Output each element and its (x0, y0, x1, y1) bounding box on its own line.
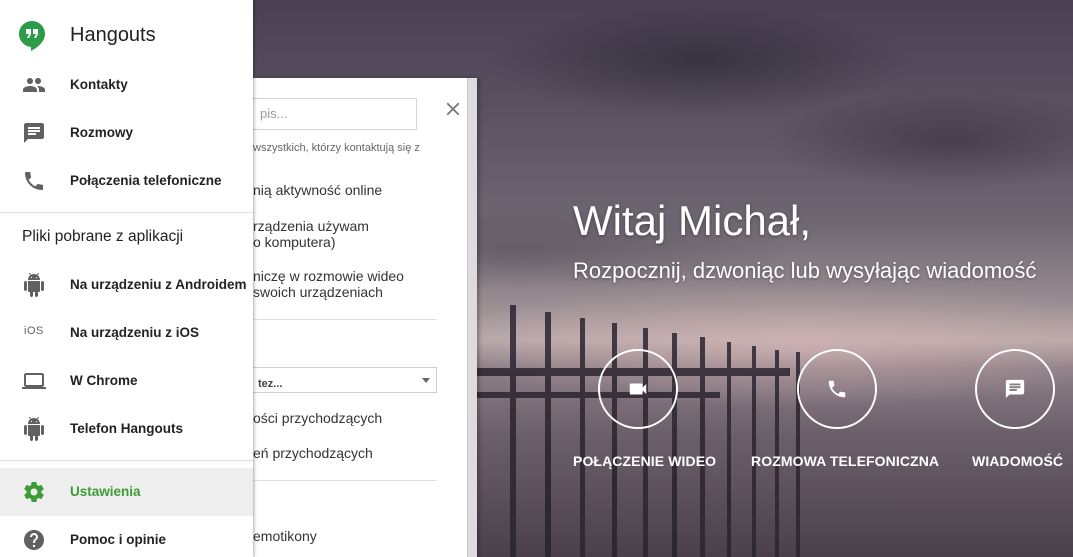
android-icon (22, 417, 46, 441)
nav-item-hangouts-phone[interactable]: Telefon Hangouts (0, 405, 253, 453)
option-video-line1[interactable]: niczę w rozmowie wideo (253, 268, 404, 284)
welcome-title: Witaj Michał, (573, 197, 812, 244)
nav-item-conversations[interactable]: Rozmowy (0, 109, 253, 157)
settings-scrollbar[interactable] (467, 78, 477, 557)
nav-item-label: Na urządzeniu z iOS (70, 325, 200, 340)
nav-item-chrome[interactable]: W Chrome (0, 357, 253, 405)
android-icon (22, 273, 46, 297)
message-button[interactable]: WIADOMOŚĆ (972, 349, 1073, 479)
status-note: wszystkich, którzy kontaktują się z (253, 142, 420, 154)
option-emoticons[interactable]: emotikony (253, 528, 317, 544)
help-icon (22, 528, 46, 552)
welcome-subtitle: Rozpocznij, dzwoniąc lub wysyłając wiado… (573, 258, 1037, 283)
gear-icon (22, 480, 46, 504)
hangouts-logo-icon (19, 21, 45, 51)
phone-icon (22, 169, 46, 193)
nav-item-label: Kontakty (70, 77, 128, 92)
drawer-header: Hangouts (0, 0, 253, 62)
app-title: Hangouts (70, 24, 156, 46)
nav-item-android[interactable]: Na urządzeniu z Androidem (0, 261, 253, 309)
video-call-button[interactable]: POŁĄCZENIE WIDEO (573, 349, 733, 479)
option-devices-line2: o komputera) (253, 234, 336, 250)
downloads-section-title: Pliki pobrane z aplikacji (22, 228, 184, 245)
nav-item-contacts[interactable]: Kontakty (0, 61, 253, 109)
message-label: WIADOMOŚĆ (972, 453, 1064, 469)
video-call-label: POŁĄCZENIE WIDEO (573, 453, 717, 469)
phone-call-button[interactable]: ROZMOWA TELEFONICZNA (751, 349, 939, 479)
close-icon[interactable] (442, 98, 464, 120)
drawer-divider (0, 460, 253, 461)
nav-item-label: Połączenia telefoniczne (70, 173, 222, 188)
option-incoming-messages[interactable]: ości przychodzących (253, 410, 382, 426)
nav-item-phone-calls[interactable]: Połączenia telefoniczne (0, 157, 253, 205)
drawer-divider (0, 212, 253, 213)
option-online-activity[interactable]: nią aktywność online (253, 182, 382, 198)
laptop-icon (22, 369, 46, 393)
settings-divider (253, 319, 437, 320)
nav-item-label: Pomoc i opinie (70, 532, 167, 547)
settings-divider (253, 480, 437, 481)
message-icon (975, 349, 1055, 429)
option-video-line2: swoich urządzeniach (253, 284, 383, 300)
videocam-icon (598, 349, 678, 429)
navigation-drawer: Hangouts Kontakty Rozmowy Połączenia tel… (0, 0, 253, 557)
option-devices-line1[interactable]: rządzenia używam (253, 218, 369, 234)
ios-icon: iOS (24, 325, 44, 337)
phone-icon (797, 349, 877, 429)
status-input[interactable]: pis... (253, 98, 417, 130)
sound-select[interactable]: tez... (253, 367, 437, 393)
nav-item-label: Na urządzeniu z Androidem (70, 277, 247, 292)
nav-item-ios[interactable]: iOS Na urządzeniu z iOS (0, 309, 253, 357)
sound-select-value: tez... (258, 378, 283, 390)
people-icon (22, 73, 46, 97)
nav-item-settings[interactable]: Ustawienia (0, 468, 253, 516)
nav-item-label: W Chrome (70, 373, 138, 388)
nav-item-label: Telefon Hangouts (70, 421, 183, 436)
nav-item-help[interactable]: Pomoc i opinie (0, 516, 253, 557)
option-incoming-calls[interactable]: eń przychodzących (253, 445, 373, 461)
chevron-down-icon (422, 378, 430, 383)
nav-item-label: Rozmowy (70, 125, 134, 140)
chat-icon (22, 121, 46, 145)
nav-item-label: Ustawienia (70, 484, 141, 499)
settings-panel: pis... wszystkich, którzy kontaktują się… (253, 78, 477, 557)
phone-call-label: ROZMOWA TELEFONICZNA (751, 453, 940, 469)
